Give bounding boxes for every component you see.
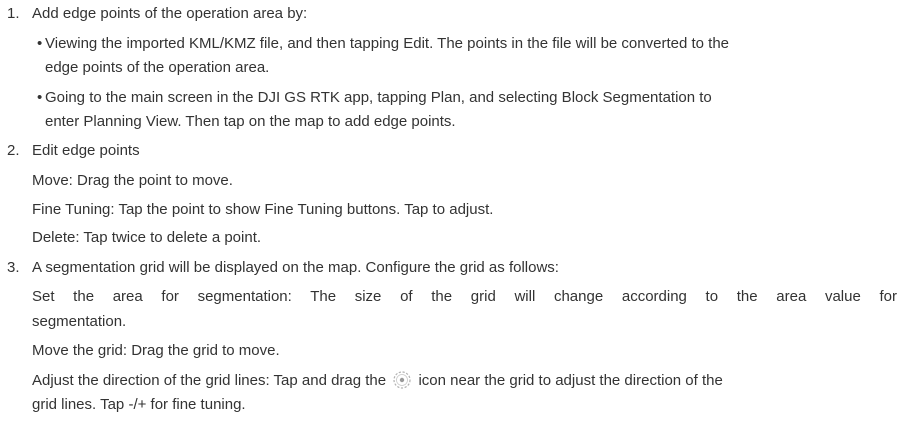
bullet-item: • Viewing the imported KML/KMZ file, and…: [0, 34, 890, 54]
bullet-continuation: enter Planning View. Then tap on the map…: [45, 113, 456, 130]
step-number: 1.: [7, 5, 20, 22]
rotate-handle-icon: [392, 370, 412, 390]
instruction-line: Fine Tuning: Tap the point to show Fine …: [32, 201, 494, 218]
step-title: Add edge points of the operation area by…: [32, 5, 308, 22]
bullet-symbol: •: [37, 35, 43, 52]
bullet-symbol: •: [37, 89, 43, 106]
bullet-continuation: edge points of the operation area.: [45, 59, 270, 76]
step-title: A segmentation grid will be displayed on…: [32, 259, 559, 276]
instruction-line: Adjust the direction of the grid lines: …: [32, 370, 723, 390]
instruction-line: Move: Drag the point to move.: [32, 172, 233, 189]
step-number: 2.: [7, 142, 20, 159]
instruction-line: grid lines. Tap -/+ for fine tuning.: [32, 396, 246, 413]
bullet-item: • Going to the main screen in the DJI GS…: [0, 88, 890, 108]
instruction-document: 1. Add edge points of the operation area…: [0, 0, 910, 436]
instruction-line: Set the area for segmentation: The size …: [32, 288, 897, 305]
instruction-text: Adjust the direction of the grid lines: …: [32, 372, 387, 389]
instruction-line: Delete: Tap twice to delete a point.: [32, 229, 262, 246]
instruction-text: icon near the grid to adjust the directi…: [418, 372, 723, 389]
instruction-line: Move the grid: Drag the grid to move.: [32, 342, 280, 359]
step-title: Edit edge points: [32, 142, 140, 159]
bullet-text: Going to the main screen in the DJI GS R…: [45, 89, 712, 106]
step-number: 3.: [7, 259, 20, 276]
instruction-line: segmentation.: [32, 313, 127, 330]
bullet-text: Viewing the imported KML/KMZ file, and t…: [45, 35, 730, 52]
